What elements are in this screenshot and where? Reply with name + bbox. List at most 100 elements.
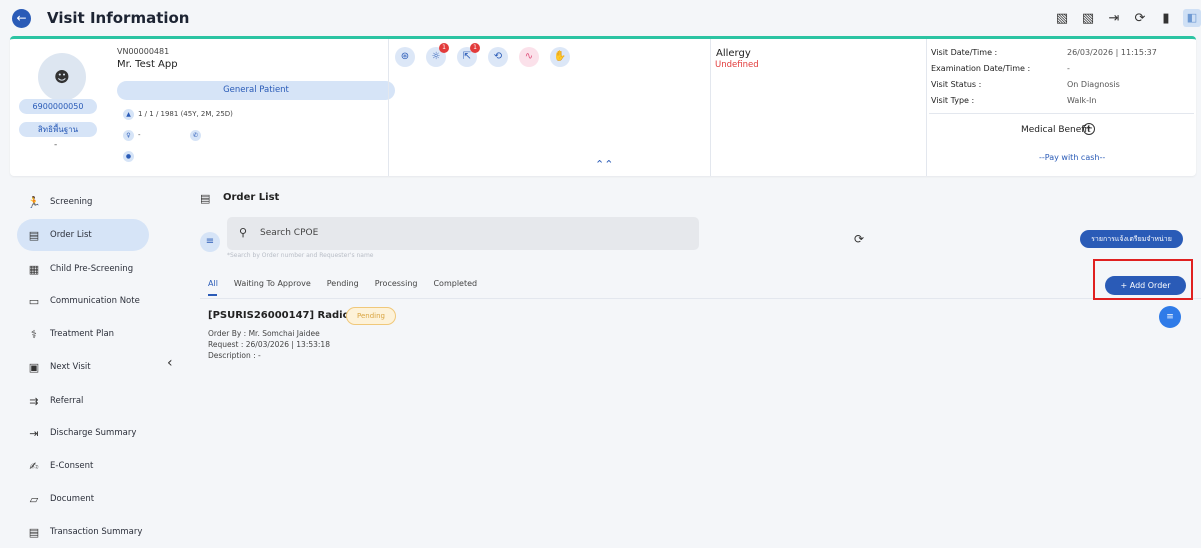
notification-badge: 1 <box>470 43 480 53</box>
status-badge: Pending <box>346 307 396 325</box>
refresh-icon[interactable]: ⟳ <box>1127 11 1153 26</box>
note-icon: ▭ <box>28 294 40 308</box>
contact-text: - <box>138 131 141 139</box>
tab-all[interactable]: All <box>208 279 218 288</box>
sidebar: 🏃 Screening ▤ Order List ▦ Child Pre-Scr… <box>0 185 190 545</box>
exam-datetime-value: - <box>1067 64 1070 73</box>
export-icon[interactable]: ⇱ 1 <box>457 43 480 67</box>
sidebar-item-screening[interactable]: 🏃 Screening <box>17 186 149 218</box>
phone-icon: ✆ <box>190 130 201 141</box>
exit-icon[interactable]: ⇥ <box>1101 11 1127 26</box>
sidebar-item-transaction-summary[interactable]: ▤ Transaction Summary <box>17 516 149 548</box>
dob-text: 1 / 1 / 1981 (45Y, 2M, 25D) <box>138 110 233 118</box>
medical-benefit-label: Medical Benefit <box>1021 125 1091 135</box>
sidebar-toggle-icon[interactable]: ◧ <box>1183 9 1201 27</box>
tab-processing[interactable]: Processing <box>375 279 418 288</box>
vitals-icon[interactable]: ⊛ <box>395 47 415 67</box>
order-by: Order By : Mr. Somchai Jaidee <box>208 329 320 338</box>
quick-icons: ⊛ ☼ 1 ⇱ 1 ⟲ ∿ ✋ <box>395 43 581 67</box>
refresh-icon[interactable]: ⟳ <box>854 232 864 246</box>
search-box: ⚲ <box>227 217 699 250</box>
add-benefit-icon[interactable]: + <box>1083 123 1095 135</box>
tab-pending[interactable]: Pending <box>327 279 359 288</box>
order-list-panel: ▤ Order List ≡ ⚲ *Search by Order number… <box>190 185 1201 545</box>
page-title: Visit Information <box>47 9 190 27</box>
sidebar-item-child-pre-screening[interactable]: ▦ Child Pre-Screening <box>17 253 149 285</box>
treatment-icon: ⚕ <box>31 327 37 341</box>
visit-status-value: On Diagnosis <box>1067 80 1120 89</box>
sidebar-item-treatment-plan[interactable]: ⚕ Treatment Plan <box>17 318 149 350</box>
sidebar-item-discharge-summary[interactable]: ⇥ Discharge Summary <box>17 417 149 449</box>
print-icon[interactable]: ▧ <box>1049 11 1075 26</box>
chevron-up-icon[interactable]: ⌃⌃ <box>595 158 613 171</box>
search-hint: *Search by Order number and Requester's … <box>227 252 374 259</box>
divider <box>929 113 1194 114</box>
exam-datetime-label: Examination Date/Time : <box>931 64 1031 73</box>
filter-button[interactable]: ≡ <box>200 232 220 252</box>
sidebar-item-label: Order List <box>50 230 92 240</box>
patient-name: Mr. Test App <box>117 59 178 70</box>
referral-icon: ⇉ <box>29 394 39 408</box>
right-sub-text: - <box>54 140 58 150</box>
tab-waiting-to-approve[interactable]: Waiting To Approve <box>234 279 311 288</box>
sidebar-item-order-list[interactable]: ▤ Order List <box>17 219 149 251</box>
sidebar-item-label: Transaction Summary <box>50 527 143 537</box>
visit-datetime-value: 26/03/2026 | 11:15:37 <box>1067 48 1157 57</box>
folder-icon: ▱ <box>29 492 39 506</box>
back-button[interactable]: ← <box>12 9 31 28</box>
allergy-title: Allergy <box>716 48 751 59</box>
sidebar-item-referral[interactable]: ⇉ Referral <box>17 385 149 417</box>
section-title: Order List <box>223 192 280 203</box>
sidebar-item-label: Referral <box>50 396 84 406</box>
search-input[interactable] <box>260 225 680 241</box>
divider <box>926 39 927 176</box>
sidebar-item-e-consent[interactable]: ✍ E-Consent <box>17 450 149 482</box>
calendar-icon: ▣ <box>28 360 40 374</box>
sidebar-item-label: Document <box>50 494 95 504</box>
discharge-preparation-button[interactable]: รายการแจ้งเตรียมจำหน่าย <box>1080 230 1183 248</box>
sidebar-item-label: Child Pre-Screening <box>50 264 134 274</box>
child-screening-icon: ▦ <box>28 262 40 276</box>
order-list-icon: ▤ <box>200 192 211 205</box>
order-tabs: All Waiting To Approve Pending Processin… <box>208 279 493 288</box>
sidebar-item-label: E-Consent <box>50 461 94 471</box>
hand-icon[interactable]: ✋ <box>550 47 570 67</box>
list-menu-button[interactable]: ≡ <box>1159 306 1181 328</box>
sidebar-item-label: Discharge Summary <box>50 428 137 438</box>
collapse-sidebar-icon[interactable]: ‹ <box>167 355 173 371</box>
discharge-icon: ⇥ <box>29 426 39 440</box>
visit-number: VN00000481 <box>117 47 170 56</box>
trend-icon[interactable]: ∿ <box>519 47 539 67</box>
order-description: Description : - <box>208 351 261 360</box>
divider <box>200 298 1201 299</box>
active-tab-indicator <box>208 294 217 296</box>
sidebar-item-next-visit[interactable]: ▣ Next Visit <box>17 351 149 383</box>
receipt-icon: ▤ <box>28 525 40 539</box>
visit-type-value: Walk-In <box>1067 96 1097 105</box>
print-alt-icon[interactable]: ▧ <box>1075 11 1101 26</box>
visit-type-label: Visit Type : <box>931 96 975 105</box>
gender-icon: ♀ <box>123 130 134 141</box>
top-bar: ← Visit Information ▧ ▧ ⇥ ⟳ ▮ ◧ <box>0 0 1201 36</box>
sidebar-item-label: Next Visit <box>50 362 91 372</box>
sidebar-item-document[interactable]: ▱ Document <box>17 483 149 515</box>
allergy-value: Undefined <box>715 60 759 70</box>
bug-icon[interactable]: ☼ 1 <box>426 43 449 67</box>
divider <box>710 39 711 176</box>
delete-icon[interactable]: ▮ <box>1153 11 1179 26</box>
hn-badge: 6900000050 <box>19 99 97 114</box>
search-icon: ⚲ <box>239 226 248 239</box>
payment-method[interactable]: --Pay with cash-- <box>1039 153 1105 162</box>
patient-info-card: ☻ 6900000050 สิทธิพื้นฐาน - VN00000481 M… <box>10 36 1196 176</box>
top-actions: ▧ ▧ ⇥ ⟳ ▮ ◧ <box>1049 8 1201 28</box>
sidebar-item-communication-note[interactable]: ▭ Communication Note <box>17 285 149 317</box>
sidebar-item-label: Screening <box>50 197 93 207</box>
sidebar-item-label: Communication Note <box>50 296 140 306</box>
divider <box>388 39 389 176</box>
tab-completed[interactable]: Completed <box>433 279 477 288</box>
history-icon[interactable]: ⟲ <box>488 47 508 67</box>
screening-icon: 🏃 <box>27 195 41 209</box>
right-badge: สิทธิพื้นฐาน <box>19 122 97 137</box>
add-order-button[interactable]: + Add Order <box>1105 276 1186 295</box>
birthday-icon: ▲ <box>123 109 134 120</box>
